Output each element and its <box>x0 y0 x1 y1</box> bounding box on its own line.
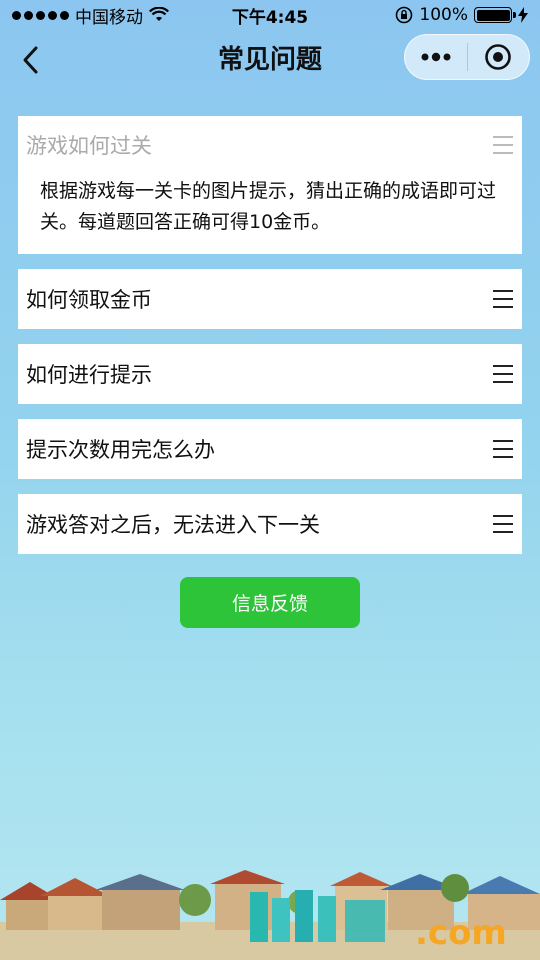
mini-program-capsule <box>404 34 530 80</box>
faq-item: 提示次数用完怎么办 <box>18 419 522 479</box>
status-right: 100% <box>395 5 528 25</box>
faq-question: 如何领取金币 <box>26 288 152 312</box>
faq-item: 如何进行提示 <box>18 344 522 404</box>
faq-question: 游戏答对之后，无法进入下一关 <box>26 513 320 537</box>
battery-percent: 100% <box>419 5 468 25</box>
menu-icon <box>493 365 513 383</box>
faq-question: 如何进行提示 <box>26 363 152 387</box>
faq-answer: 根据游戏每一关卡的图片提示，猜出正确的成语即可过关。每道题回答正确可得10金币。 <box>40 180 497 233</box>
faq-item: 如何领取金币 <box>18 269 522 329</box>
wifi-icon <box>149 7 169 21</box>
faq-list: 游戏如何过关 根据游戏每一关卡的图片提示，猜出正确的成语即可过关。每道题回答正确… <box>18 116 522 569</box>
charging-bolt-icon <box>518 7 528 23</box>
close-mini-program-button[interactable] <box>468 35 530 79</box>
signal-strength-icon <box>12 10 69 20</box>
more-dots-icon <box>421 52 451 62</box>
faq-question-row[interactable]: 提示次数用完怎么办 <box>18 419 522 479</box>
more-button[interactable] <box>405 35 467 79</box>
carrier-name: 中国移动 <box>75 7 143 28</box>
faq-question: 提示次数用完怎么办 <box>26 438 215 462</box>
menu-icon <box>493 440 513 458</box>
battery-icon <box>474 7 516 23</box>
orientation-lock-icon <box>396 6 413 24</box>
status-left: 中国移动 <box>12 3 169 28</box>
close-circle-icon <box>485 44 512 70</box>
navigation-bar: 常见问题 <box>0 30 540 90</box>
faq-question-row[interactable]: 游戏如何过关 <box>18 116 522 174</box>
status-bar: 中国移动 下午4:45 100% <box>0 0 540 30</box>
faq-question-row[interactable]: 如何领取金币 <box>18 269 522 329</box>
faq-question: 游戏如何过关 <box>26 134 152 158</box>
faq-item: 游戏答对之后，无法进入下一关 <box>18 494 522 554</box>
menu-icon <box>493 136 513 154</box>
village-scenery-illustration: .com <box>0 870 540 960</box>
faq-item: 游戏如何过关 根据游戏每一关卡的图片提示，猜出正确的成语即可过关。每道题回答正确… <box>18 116 522 254</box>
menu-icon <box>493 515 513 533</box>
faq-question-row[interactable]: 游戏答对之后，无法进入下一关 <box>18 494 522 554</box>
svg-text:.com: .com <box>415 913 507 953</box>
menu-icon <box>493 290 513 308</box>
feedback-button[interactable]: 信息反馈 <box>180 577 360 628</box>
faq-question-row[interactable]: 如何进行提示 <box>18 344 522 404</box>
